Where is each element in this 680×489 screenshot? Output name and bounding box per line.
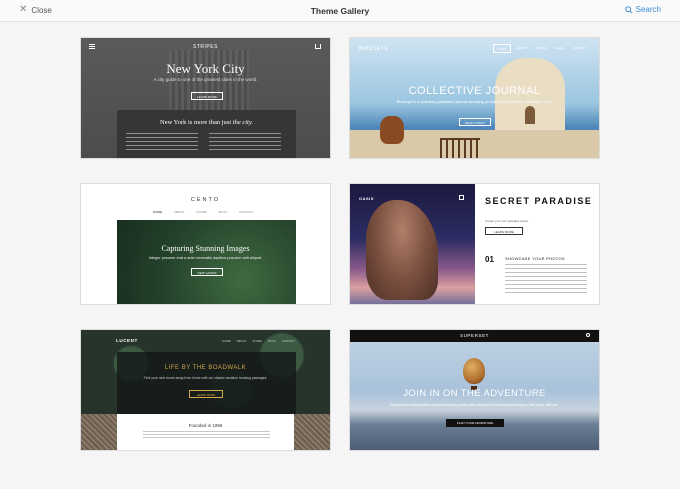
theme-brand: STRIPES (193, 44, 218, 50)
nav-item: WORK (493, 44, 511, 53)
nav-item: STORE (536, 45, 547, 50)
feature-title: SHOWCASE YOUR PHOTOS (505, 256, 565, 261)
theme-cta: LEARN MORE (189, 390, 223, 398)
instagram-icon (459, 195, 464, 200)
theme-brand: CENTO (190, 197, 221, 203)
theme-brand: SUPERSET (459, 333, 490, 338)
theme-headline: LIFE BY THE BOADWALK (164, 365, 247, 371)
nav-item: BLOG (267, 339, 276, 343)
theme-nav: HOME ABOUT STORE BLOG CONTACT (153, 210, 253, 214)
nav-item: CONTACT (281, 339, 295, 343)
text-column (126, 133, 198, 153)
theme-headline: Capturing Stunning Images (161, 244, 250, 253)
content-box: New York is more than just the city. (117, 110, 296, 158)
nav-item: HOME (153, 210, 162, 214)
top-bar: ✕ Close Theme Gallery Search (0, 0, 680, 22)
search-label: Search (635, 5, 661, 14)
wood-image (294, 414, 330, 450)
theme-cta: LEARN MORE (191, 92, 223, 100)
theme-cta: VIEW LATEST (191, 268, 223, 276)
nav-item: BLOG (555, 45, 564, 50)
search-button[interactable]: Search (624, 5, 661, 14)
theme-cta: READ LATEST (459, 118, 491, 126)
page-title: Theme Gallery (310, 6, 370, 16)
nav-item: ABOUT (236, 339, 247, 343)
nav-item: CONTACT (238, 210, 254, 214)
theme-card-cento[interactable]: CENTO HOME ABOUT STORE BLOG CONTACT Capt… (80, 183, 331, 305)
section-heading: New York is more than just the city. (160, 119, 253, 126)
feature-text (505, 264, 587, 296)
theme-card-stripes[interactable]: STRIPES New York City A city guide to on… (80, 37, 331, 159)
theme-headline: New York City (166, 61, 245, 76)
theme-brand: OASIS (359, 196, 374, 201)
theme-card-superset[interactable]: SUPERSET JOIN IN ON THE ADVENTURE Supers… (349, 329, 600, 451)
theme-nav: WORK ABOUT STORE BLOG CONTACT (493, 44, 590, 53)
theme-card-oasis[interactable]: OASIS SECRET PARADISE Create your own pa… (349, 183, 600, 305)
theme-headline: SECRET PARADISE (485, 196, 593, 206)
wood-image (81, 414, 117, 450)
hero-panel (117, 352, 296, 414)
theme-card-lucent[interactable]: LUCENT HOME ABOUT STORE BLOG CONTACT LIF… (80, 329, 331, 451)
nav-item: STORE (196, 210, 207, 214)
search-icon (624, 5, 633, 14)
pot-image (380, 116, 404, 144)
theme-card-birdseye[interactable]: BIRDSEYE WORK ABOUT STORE BLOG CONTACT C… (349, 37, 600, 159)
theme-subtitle: Create your own paradise space. (485, 219, 530, 223)
theme-headline: JOIN IN ON THE ADVENTURE (403, 388, 546, 399)
nav-item: STORE (252, 339, 262, 343)
theme-subtitle: Find your next home away from home with … (143, 376, 268, 380)
balloon-image (463, 358, 485, 384)
founded-heading: Founded in 1996 (188, 423, 223, 428)
theme-brand: LUCENT (116, 338, 138, 343)
nav-item: ABOUT (516, 45, 528, 50)
nav-item: BLOG (218, 210, 227, 214)
theme-subtitle: Birdseye is a quarterly-published journa… (396, 99, 553, 104)
theme-subtitle: A city guide to one of the greatest citi… (153, 77, 258, 82)
feature-number: 01 (485, 255, 494, 264)
founded-text (143, 431, 270, 439)
theme-subtitle: Superset is a independent and adventurou… (389, 403, 560, 407)
text-column (209, 133, 281, 153)
cart-icon (315, 44, 321, 49)
theme-nav: HOME ABOUT STORE BLOG CONTACT (222, 339, 295, 343)
nav-item: CONTACT (572, 45, 587, 50)
theme-subtitle: Integer posuere erat a ante venenatis da… (148, 256, 263, 260)
railing-image (440, 138, 480, 158)
theme-cta: LEARN MORE (485, 227, 523, 235)
theme-cta: PLAN YOUR ADVENTURE (446, 419, 504, 427)
foliage-image (117, 220, 296, 304)
theme-headline: COLLECTIVE JOURNAL (408, 85, 541, 97)
nav-item: ABOUT (174, 210, 185, 214)
theme-brand: BIRDSEYE (359, 46, 389, 52)
search-icon (586, 333, 590, 337)
nav-item: HOME (222, 339, 231, 343)
